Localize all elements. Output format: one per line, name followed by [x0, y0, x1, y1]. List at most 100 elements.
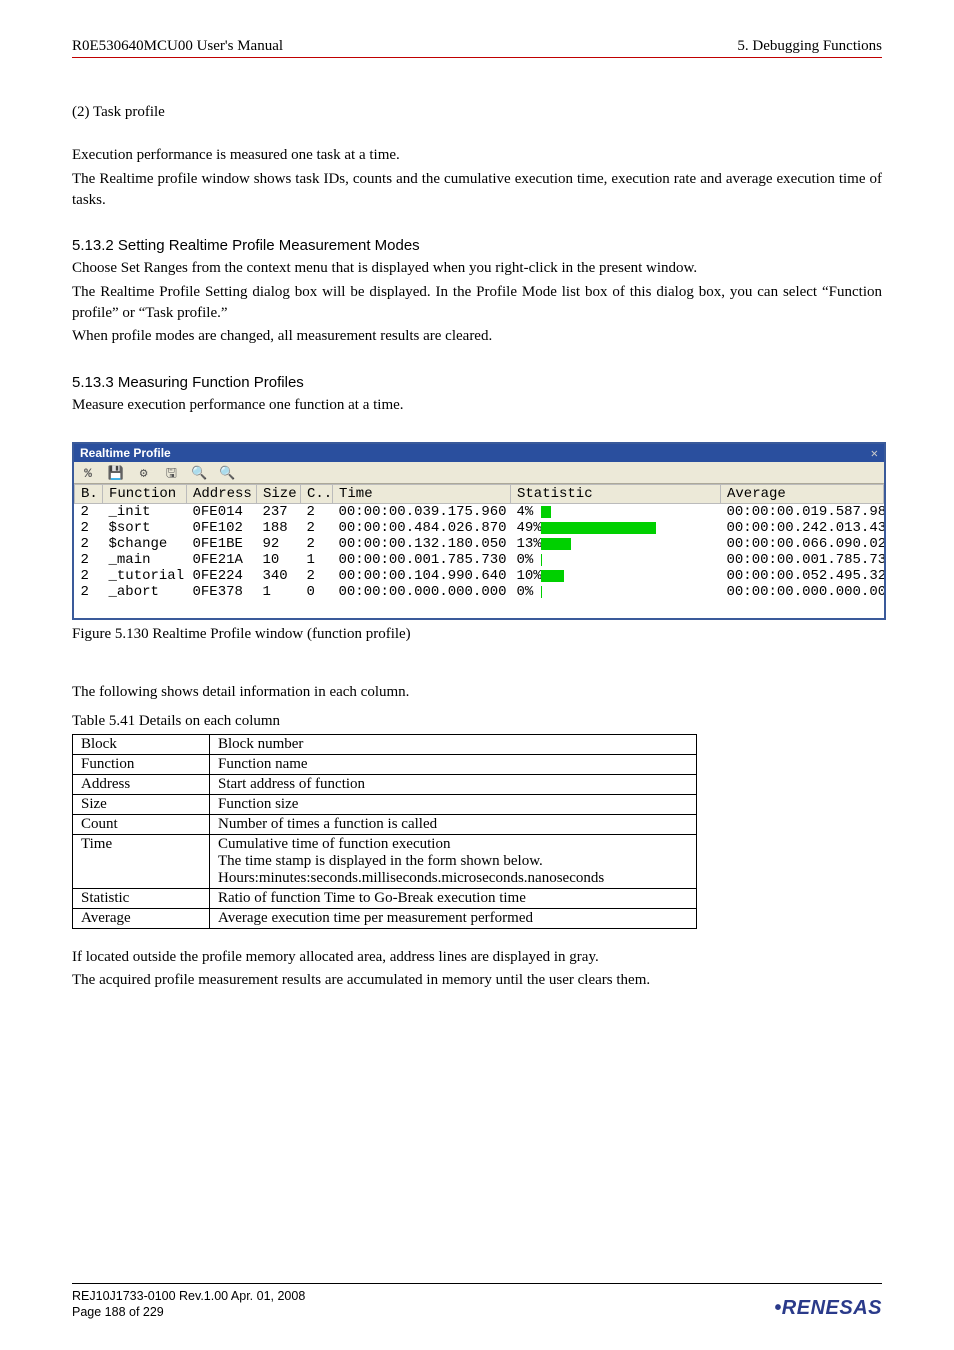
cell-function: _main	[103, 552, 187, 568]
footer-rev: REJ10J1733-0100 Rev.1.00 Apr. 01, 2008	[72, 1288, 305, 1304]
col-function[interactable]: Function	[103, 485, 187, 504]
config-icon[interactable]: ⚙	[136, 466, 152, 481]
find-icon[interactable]: 🔍	[191, 466, 207, 481]
sec-5-13-2-heading: 5.13.2 Setting Realtime Profile Measurem…	[72, 235, 882, 256]
detail-row: SizeFunction size	[73, 795, 697, 815]
detail-val: Ratio of function Time to Go-Break execu…	[210, 889, 697, 909]
cell-statistic: 0%	[511, 552, 721, 568]
header-left: R0E530640MCU00 User's Manual	[72, 38, 283, 55]
profile-table: B. Function Address Size C.. Time Statis…	[74, 484, 884, 600]
header-right: 5. Debugging Functions	[737, 38, 882, 55]
col-time[interactable]: Time	[333, 485, 511, 504]
window-titlebar: Realtime Profile ✕	[74, 444, 884, 462]
figure-caption: Figure 5.130 Realtime Profile window (fu…	[72, 624, 882, 645]
cell-function: _tutorial	[103, 568, 187, 584]
cell-count: 2	[301, 568, 333, 584]
detail-key: Block	[73, 735, 210, 755]
cell-b: 2	[75, 584, 103, 600]
cell-count: 2	[301, 520, 333, 536]
detail-val: Function size	[210, 795, 697, 815]
table-row[interactable]: 2$sort0FE102188200:00:00.484.026.87049%0…	[75, 520, 884, 536]
cell-statistic: 0%	[511, 584, 721, 600]
cell-statistic: 10%	[511, 568, 721, 584]
cell-size: 1	[257, 584, 301, 600]
task-profile-heading: (2) Task profile	[72, 102, 882, 123]
table-row[interactable]: 2_abort0FE3781000:00:00.000.000.0000%00:…	[75, 584, 884, 600]
cell-function: $sort	[103, 520, 187, 536]
detail-val: Start address of function	[210, 775, 697, 795]
cell-b: 2	[75, 568, 103, 584]
cell-size: 92	[257, 536, 301, 552]
cell-function: _init	[103, 504, 187, 521]
cell-function: $change	[103, 536, 187, 552]
detail-val: Average execution time per measurement p…	[210, 909, 697, 929]
cell-size: 340	[257, 568, 301, 584]
close-icon[interactable]: ✕	[871, 446, 878, 460]
cell-statistic: 13%	[511, 536, 721, 552]
disk-icon[interactable]: 🖫	[163, 464, 179, 479]
table-header-row: B. Function Address Size C.. Time Statis…	[75, 485, 884, 504]
detail-intro: The following shows detail information i…	[72, 682, 882, 703]
table-row[interactable]: 2$change0FE1BE92200:00:00.132.180.05013%…	[75, 536, 884, 552]
cell-size: 10	[257, 552, 301, 568]
col-address[interactable]: Address	[187, 485, 257, 504]
detail-key: Time	[73, 835, 210, 889]
detail-key: Statistic	[73, 889, 210, 909]
detail-table-caption: Table 5.41 Details on each column	[72, 711, 882, 732]
cell-function: _abort	[103, 584, 187, 600]
col-size[interactable]: Size	[257, 485, 301, 504]
window-title: Realtime Profile	[80, 446, 171, 460]
table-row[interactable]: 2_main0FE21A10100:00:00.001.785.7300%00:…	[75, 552, 884, 568]
page-footer: REJ10J1733-0100 Rev.1.00 Apr. 01, 2008 P…	[72, 1283, 882, 1321]
cell-time: 00:00:00.484.026.870	[333, 520, 511, 536]
cell-average: 00:00:00.000.000.000	[721, 584, 884, 600]
sec-5-13-3-heading: 5.13.3 Measuring Function Profiles	[72, 372, 882, 393]
cell-count: 0	[301, 584, 333, 600]
cell-average: 00:00:00.001.785.730	[721, 552, 884, 568]
cell-count: 2	[301, 536, 333, 552]
col-average[interactable]: Average	[721, 485, 884, 504]
cell-address: 0FE21A	[187, 552, 257, 568]
cell-average: 00:00:00.242.013.430	[721, 520, 884, 536]
cell-address: 0FE014	[187, 504, 257, 521]
cell-time: 00:00:00.001.785.730	[333, 552, 511, 568]
col-statistic[interactable]: Statistic	[511, 485, 721, 504]
after-p2: The acquired profile measurement results…	[72, 970, 882, 991]
cell-b: 2	[75, 552, 103, 568]
detail-row: AverageAverage execution time per measur…	[73, 909, 697, 929]
realtime-profile-window: Realtime Profile ✕ % 💾 ⚙ 🖫 🔍 🔍 B. Functi…	[72, 442, 886, 620]
page-header: R0E530640MCU00 User's Manual 5. Debuggin…	[72, 38, 882, 55]
detail-val: Block number	[210, 735, 697, 755]
detail-key: Size	[73, 795, 210, 815]
sec-5-13-2-p1: Choose Set Ranges from the context menu …	[72, 258, 882, 279]
col-b[interactable]: B.	[75, 485, 103, 504]
sec-5-13-3-p1: Measure execution performance one functi…	[72, 395, 882, 416]
find-next-icon[interactable]: 🔍	[219, 466, 235, 481]
detail-val: Cumulative time of function execution Th…	[210, 835, 697, 889]
cell-time: 00:00:00.132.180.050	[333, 536, 511, 552]
table-row[interactable]: 2_tutorial0FE224340200:00:00.104.990.640…	[75, 568, 884, 584]
detail-key: Function	[73, 755, 210, 775]
task-profile-p2: The Realtime profile window shows task I…	[72, 169, 882, 212]
toolbar: % 💾 ⚙ 🖫 🔍 🔍	[74, 462, 884, 484]
detail-key: Average	[73, 909, 210, 929]
detail-row: BlockBlock number	[73, 735, 697, 755]
detail-val: Function name	[210, 755, 697, 775]
cell-time: 00:00:00.039.175.960	[333, 504, 511, 521]
cell-address: 0FE102	[187, 520, 257, 536]
header-underline	[72, 57, 882, 58]
cell-address: 0FE1BE	[187, 536, 257, 552]
details-table: BlockBlock numberFunctionFunction nameAd…	[72, 734, 697, 929]
detail-row: TimeCumulative time of function executio…	[73, 835, 697, 889]
footer-page: Page 188 of 229	[72, 1304, 305, 1320]
cell-address: 0FE224	[187, 568, 257, 584]
task-profile-p1: Execution performance is measured one ta…	[72, 145, 882, 166]
cell-statistic: 4%	[511, 504, 721, 521]
cell-average: 00:00:00.066.090.020	[721, 536, 884, 552]
percent-icon[interactable]: %	[80, 466, 96, 481]
detail-row: FunctionFunction name	[73, 755, 697, 775]
save-icon[interactable]: 💾	[108, 466, 124, 481]
table-row[interactable]: 2_init0FE014237200:00:00.039.175.9604%00…	[75, 504, 884, 521]
col-count[interactable]: C..	[301, 485, 333, 504]
cell-average: 00:00:00.019.587.980	[721, 504, 884, 521]
